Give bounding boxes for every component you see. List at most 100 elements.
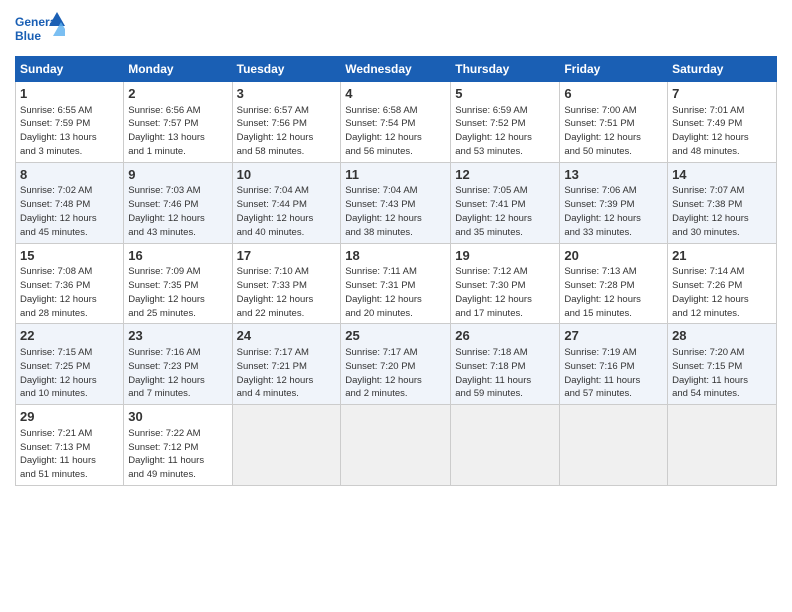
day-cell: 20Sunrise: 7:13 AM Sunset: 7:28 PM Dayli… [560, 243, 668, 324]
day-cell: 30 Sunrise: 7:22 AM Sunset: 7:12 PM Dayli… [124, 405, 232, 486]
day-number: 29 [20, 408, 119, 426]
header-cell-tuesday: Tuesday [232, 57, 341, 82]
day-info: Sunrise: 7:03 AM Sunset: 7:46 PM Dayligh… [128, 185, 205, 237]
day-info: Sunrise: 6:58 AM Sunset: 7:54 PM Dayligh… [345, 105, 422, 157]
header-cell-saturday: Saturday [668, 57, 777, 82]
day-cell: 1Sunrise: 6:55 AM Sunset: 7:59 PM Daylig… [16, 82, 124, 163]
day-cell: 29 Sunrise: 7:21 AM Sunset: 7:13 PM Dayli… [16, 405, 124, 486]
day-number: 6 [564, 85, 663, 103]
day-number: 13 [564, 166, 663, 184]
day-number: 15 [20, 247, 119, 265]
day-cell: 14Sunrise: 7:07 AM Sunset: 7:38 PM Dayli… [668, 162, 777, 243]
day-info: Sunrise: 7:16 AM Sunset: 7:23 PM Dayligh… [128, 347, 205, 399]
day-number: 10 [237, 166, 337, 184]
day-info: Sunrise: 7:05 AM Sunset: 7:41 PM Dayligh… [455, 185, 532, 237]
day-cell: 6Sunrise: 7:00 AM Sunset: 7:51 PM Daylig… [560, 82, 668, 163]
day-info: Sunrise: 7:18 AM Sunset: 7:18 PM Dayligh… [455, 347, 531, 399]
day-number: 17 [237, 247, 337, 265]
header-row: SundayMondayTuesdayWednesdayThursdayFrid… [16, 57, 777, 82]
day-number: 14 [672, 166, 772, 184]
day-number: 27 [564, 327, 663, 345]
header-cell-friday: Friday [560, 57, 668, 82]
day-cell: 9Sunrise: 7:03 AM Sunset: 7:46 PM Daylig… [124, 162, 232, 243]
day-number: 25 [345, 327, 446, 345]
day-number: 21 [672, 247, 772, 265]
day-info: Sunrise: 6:59 AM Sunset: 7:52 PM Dayligh… [455, 105, 532, 157]
day-info: Sunrise: 7:08 AM Sunset: 7:36 PM Dayligh… [20, 266, 97, 318]
day-cell: 7 Sunrise: 7:01 AM Sunset: 7:49 PM Daylig… [668, 82, 777, 163]
day-number: 9 [128, 166, 227, 184]
day-cell: 28 Sunrise: 7:20 AM Sunset: 7:15 PM Dayli… [668, 324, 777, 405]
day-info: Sunrise: 7:14 AM Sunset: 7:26 PM Dayligh… [672, 266, 749, 318]
day-info: Sunrise: 7:02 AM Sunset: 7:48 PM Dayligh… [20, 185, 97, 237]
day-cell: 8Sunrise: 7:02 AM Sunset: 7:48 PM Daylig… [16, 162, 124, 243]
day-number: 30 [128, 408, 227, 426]
day-info: Sunrise: 7:04 AM Sunset: 7:43 PM Dayligh… [345, 185, 422, 237]
day-number: 20 [564, 247, 663, 265]
logo: General Blue [15, 10, 65, 50]
calendar-header: SundayMondayTuesdayWednesdayThursdayFrid… [16, 57, 777, 82]
day-info: Sunrise: 7:12 AM Sunset: 7:30 PM Dayligh… [455, 266, 532, 318]
day-number: 24 [237, 327, 337, 345]
day-info: Sunrise: 7:15 AM Sunset: 7:25 PM Dayligh… [20, 347, 97, 399]
day-cell: 23 Sunrise: 7:16 AM Sunset: 7:23 PM Dayli… [124, 324, 232, 405]
day-number: 4 [345, 85, 446, 103]
day-cell: 2 Sunrise: 6:56 AM Sunset: 7:57 PM Daylig… [124, 82, 232, 163]
day-number: 2 [128, 85, 227, 103]
day-info: Sunrise: 7:11 AM Sunset: 7:31 PM Dayligh… [345, 266, 422, 318]
header-cell-thursday: Thursday [451, 57, 560, 82]
day-cell: 22 Sunrise: 7:15 AM Sunset: 7:25 PM Dayli… [16, 324, 124, 405]
day-cell: 3 Sunrise: 6:57 AM Sunset: 7:56 PM Daylig… [232, 82, 341, 163]
day-number: 1 [20, 85, 119, 103]
day-info: Sunrise: 7:10 AM Sunset: 7:33 PM Dayligh… [237, 266, 314, 318]
day-cell: 12Sunrise: 7:05 AM Sunset: 7:41 PM Dayli… [451, 162, 560, 243]
day-cell: 27 Sunrise: 7:19 AM Sunset: 7:16 PM Dayli… [560, 324, 668, 405]
day-info: Sunrise: 6:57 AM Sunset: 7:56 PM Dayligh… [237, 105, 314, 157]
day-info: Sunrise: 7:06 AM Sunset: 7:39 PM Dayligh… [564, 185, 641, 237]
header-cell-sunday: Sunday [16, 57, 124, 82]
day-cell: 25Sunrise: 7:17 AM Sunset: 7:20 PM Dayli… [341, 324, 451, 405]
day-info: Sunrise: 7:20 AM Sunset: 7:15 PM Dayligh… [672, 347, 748, 399]
day-number: 7 [672, 85, 772, 103]
day-number: 12 [455, 166, 555, 184]
day-cell: 15Sunrise: 7:08 AM Sunset: 7:36 PM Dayli… [16, 243, 124, 324]
day-cell: 5 Sunrise: 6:59 AM Sunset: 7:52 PM Daylig… [451, 82, 560, 163]
day-cell: 19Sunrise: 7:12 AM Sunset: 7:30 PM Dayli… [451, 243, 560, 324]
week-row-5: 29 Sunrise: 7:21 AM Sunset: 7:13 PM Dayli… [16, 405, 777, 486]
day-cell: 11Sunrise: 7:04 AM Sunset: 7:43 PM Dayli… [341, 162, 451, 243]
week-row-3: 15Sunrise: 7:08 AM Sunset: 7:36 PM Dayli… [16, 243, 777, 324]
day-cell: 18Sunrise: 7:11 AM Sunset: 7:31 PM Dayli… [341, 243, 451, 324]
day-number: 16 [128, 247, 227, 265]
day-cell: 10Sunrise: 7:04 AM Sunset: 7:44 PM Dayli… [232, 162, 341, 243]
logo-icon: General Blue [15, 10, 65, 50]
day-cell: 13Sunrise: 7:06 AM Sunset: 7:39 PM Dayli… [560, 162, 668, 243]
day-info: Sunrise: 6:56 AM Sunset: 7:57 PM Dayligh… [128, 105, 205, 157]
day-cell: 26 Sunrise: 7:18 AM Sunset: 7:18 PM Dayli… [451, 324, 560, 405]
day-cell [668, 405, 777, 486]
svg-text:Blue: Blue [15, 29, 41, 43]
day-cell: 24 Sunrise: 7:17 AM Sunset: 7:21 PM Dayli… [232, 324, 341, 405]
day-number: 28 [672, 327, 772, 345]
header-cell-monday: Monday [124, 57, 232, 82]
day-number: 8 [20, 166, 119, 184]
day-cell [232, 405, 341, 486]
day-cell [560, 405, 668, 486]
week-row-4: 22 Sunrise: 7:15 AM Sunset: 7:25 PM Dayli… [16, 324, 777, 405]
day-info: Sunrise: 7:01 AM Sunset: 7:49 PM Dayligh… [672, 105, 749, 157]
calendar-table: SundayMondayTuesdayWednesdayThursdayFrid… [15, 56, 777, 486]
header-cell-wednesday: Wednesday [341, 57, 451, 82]
week-row-2: 8Sunrise: 7:02 AM Sunset: 7:48 PM Daylig… [16, 162, 777, 243]
day-number: 26 [455, 327, 555, 345]
day-cell [451, 405, 560, 486]
day-number: 5 [455, 85, 555, 103]
day-info: Sunrise: 7:09 AM Sunset: 7:35 PM Dayligh… [128, 266, 205, 318]
day-cell: 21Sunrise: 7:14 AM Sunset: 7:26 PM Dayli… [668, 243, 777, 324]
day-info: Sunrise: 7:22 AM Sunset: 7:12 PM Dayligh… [128, 428, 204, 480]
day-number: 11 [345, 166, 446, 184]
day-info: Sunrise: 7:21 AM Sunset: 7:13 PM Dayligh… [20, 428, 96, 480]
day-number: 23 [128, 327, 227, 345]
day-number: 3 [237, 85, 337, 103]
day-info: Sunrise: 7:19 AM Sunset: 7:16 PM Dayligh… [564, 347, 640, 399]
day-number: 22 [20, 327, 119, 345]
day-info: Sunrise: 7:17 AM Sunset: 7:21 PM Dayligh… [237, 347, 314, 399]
